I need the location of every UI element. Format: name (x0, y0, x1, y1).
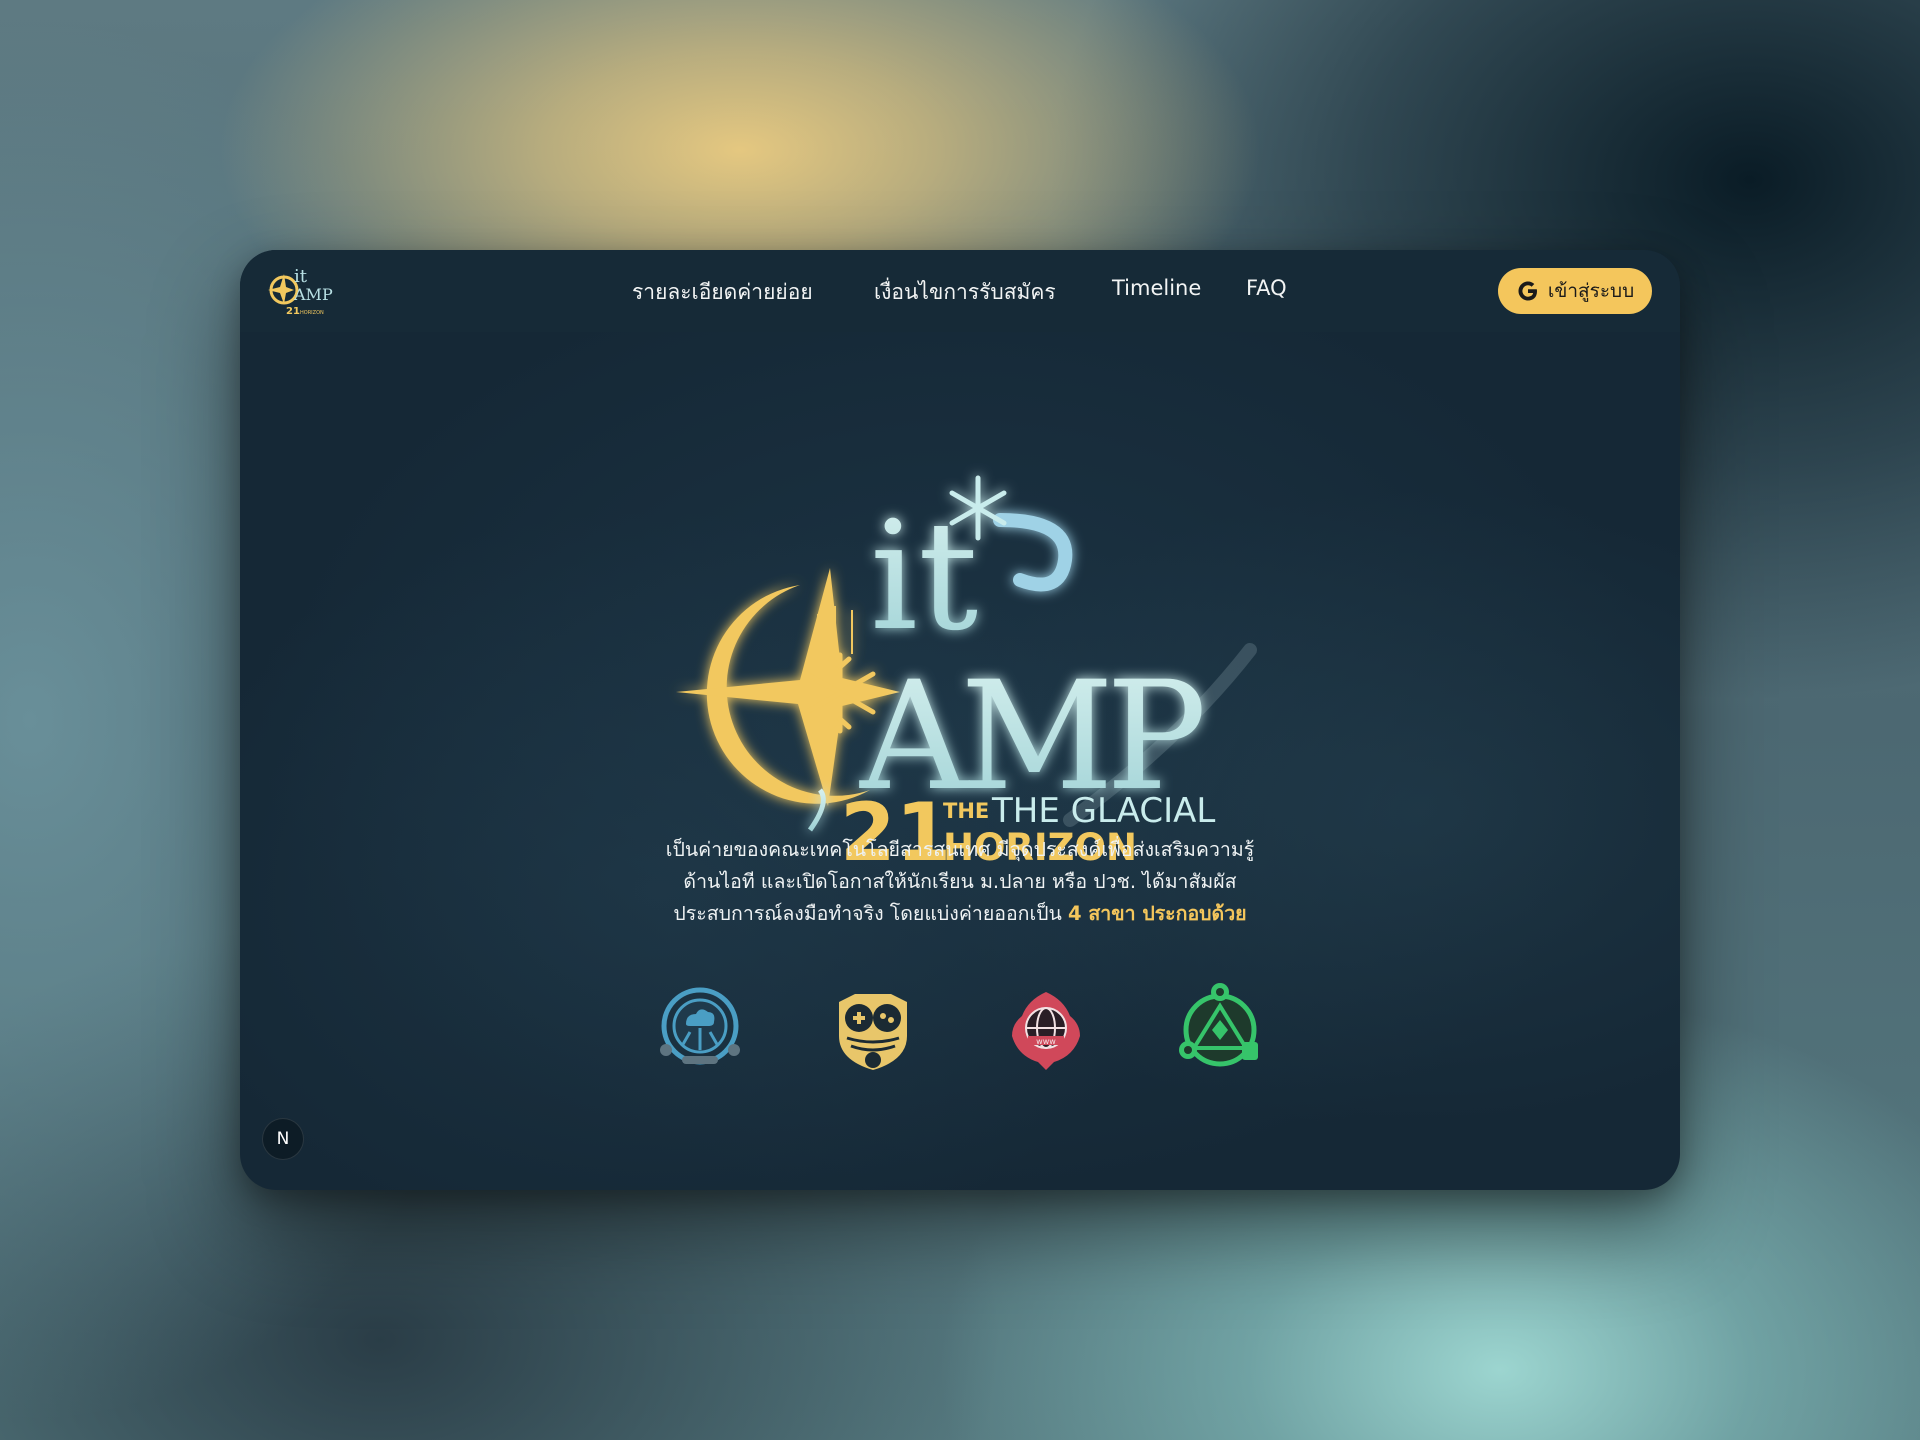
logo-subtitle-top: THE GLACIAL (991, 791, 1215, 831)
globe-www-icon[interactable]: www (998, 980, 1094, 1076)
camp-description: เป็นค่ายของคณะเทคโนโลยีสารสนเทศ มีจุดประ… (620, 834, 1300, 930)
login-label: เข้าสู่ระบบ (1547, 280, 1635, 302)
nav-link-timeline[interactable]: Timeline (1112, 276, 1201, 300)
itcamp-nav-logo[interactable]: it AMP 21 HORIZON (264, 260, 334, 322)
nav-link-camp-details[interactable]: รายละเอียดค่ายย่อย (632, 276, 813, 309)
nav-link-requirements[interactable]: เงื่อนไขการรับสมัคร (874, 276, 1056, 309)
gear-triangle-icon[interactable] (1172, 980, 1268, 1076)
corner-badge-letter: N (276, 1129, 290, 1149)
svg-text:www: www (1036, 1037, 1056, 1046)
cloud-circuit-icon[interactable] (652, 980, 748, 1076)
description-line-2: ด้านไอที และเปิดโอกาสให้นักเรียน ม.ปลาย … (683, 870, 1237, 893)
login-button[interactable]: เข้าสู่ระบบ (1498, 268, 1652, 314)
nav-link-faq[interactable]: FAQ (1246, 276, 1287, 300)
description-line-3-text: ประสบการณ์ลงมือทำจริง โดยแบ่งค่ายออกเป็น (673, 902, 1069, 925)
google-icon (1518, 281, 1537, 301)
description-line-1: เป็นค่ายของคณะเทคโนโลยีสารสนเทศ มีจุดประ… (665, 838, 1255, 861)
browser-window: it AMP 21 HORIZON รายละเอียดค่ายย่อย เงื… (240, 250, 1680, 1190)
svg-text:THE: THE (943, 799, 989, 823)
description-highlight: 4 สาขา ประกอบด้วย (1068, 902, 1247, 925)
nextjs-dev-badge[interactable]: N (262, 1118, 304, 1160)
description-line-3: ประสบการณ์ลงมือทำจริง โดยแบ่งค่ายออกเป็น… (620, 898, 1300, 930)
svg-text:HORIZON: HORIZON (300, 310, 324, 316)
svg-text:AMP: AMP (293, 285, 333, 304)
svg-text:21: 21 (286, 306, 300, 317)
gamepad-owl-icon[interactable] (825, 980, 921, 1076)
top-navbar: it AMP 21 HORIZON รายละเอียดค่ายย่อย เงื… (240, 250, 1680, 332)
itcamp-hero-logo: it AMP 21 THE THE GLACIAL HORIZON (676, 475, 1257, 870)
svg-text:it: it (294, 266, 308, 287)
